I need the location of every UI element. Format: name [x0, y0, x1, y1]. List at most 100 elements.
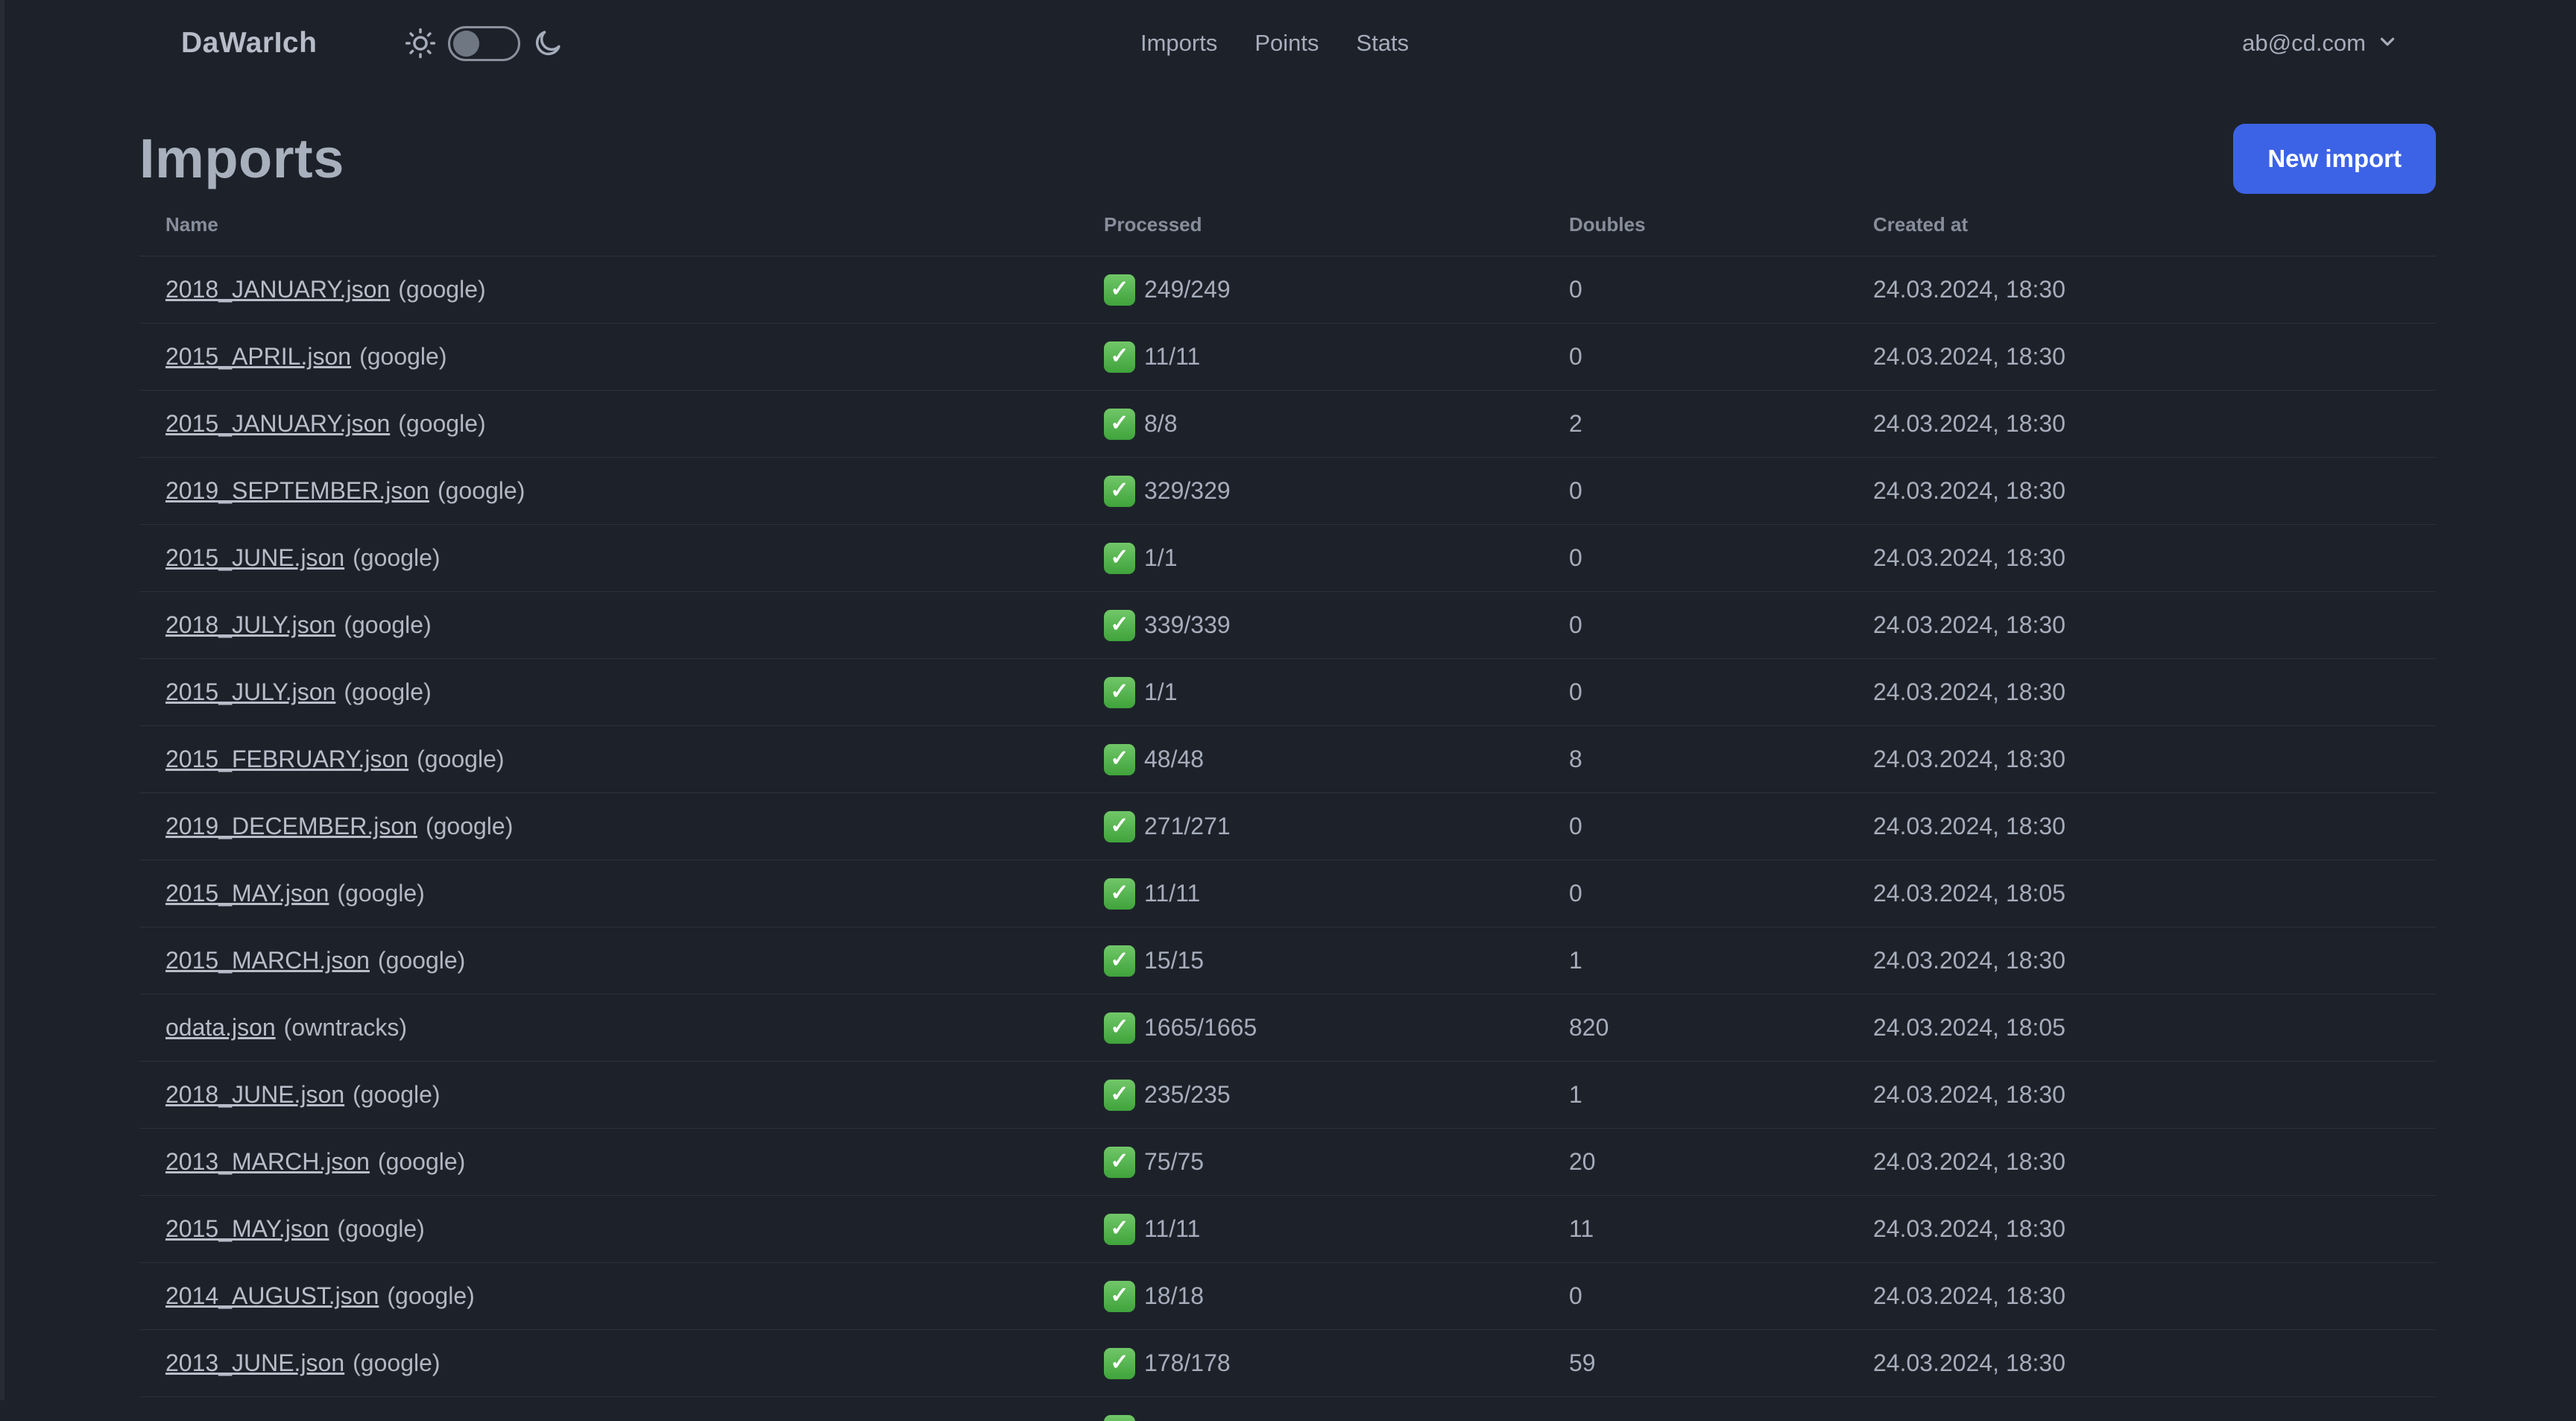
- table-header-row: Name Processed Doubles Created at: [139, 194, 2436, 256]
- doubles-count: 11: [1569, 1215, 1594, 1242]
- processed-cell: ✓ 339/339: [1104, 609, 1569, 641]
- column-header-created-at: Created at: [1873, 213, 1969, 236]
- imports-table: Name Processed Doubles Created at 2018_J…: [139, 194, 2436, 1421]
- created-at: 24.03.2024, 18:30: [1873, 813, 2066, 839]
- doubles-count: 0: [1569, 1282, 1582, 1309]
- processed-count: 75/75: [1144, 1148, 1205, 1175]
- app-logo[interactable]: DaWarIch: [181, 0, 317, 86]
- check-icon: ✓: [1104, 542, 1135, 574]
- table-body: 2018_JANUARY.json (google) ✓ 249/249 0 24…: [139, 256, 2436, 1397]
- import-source: (google): [337, 1215, 425, 1242]
- processed-count: 18/18: [1144, 1282, 1205, 1309]
- import-source: (google): [353, 544, 441, 571]
- check-icon: ✓: [1104, 274, 1135, 306]
- table-row: 2018_JUNE.json (google) ✓ 235/235 1 24.03…: [139, 1062, 2436, 1129]
- created-at: 24.03.2024, 18:05: [1873, 1014, 2066, 1041]
- processed-cell: ✓ 1/1: [1104, 542, 1569, 574]
- check-icon: ✓: [1104, 945, 1135, 977]
- import-file-link[interactable]: 2018_JUNE.json: [165, 1081, 344, 1108]
- import-source: (google): [377, 1148, 466, 1175]
- name-cell: 2013_JUNE.json (google): [165, 1349, 1104, 1377]
- import-file-link[interactable]: 2013_JUNE.json: [165, 1349, 344, 1376]
- import-file-link[interactable]: odata.json: [165, 1014, 276, 1041]
- import-file-link[interactable]: 2019_DECEMBER.json: [165, 813, 417, 839]
- import-source: (google): [425, 813, 514, 839]
- import-file-link[interactable]: 2018_JULY.json: [165, 611, 335, 638]
- page-title: Imports: [139, 127, 344, 189]
- doubles-count: 2: [1569, 410, 1582, 437]
- import-file-link[interactable]: 2014_AUGUST.json: [165, 1282, 379, 1309]
- processed-count: 1/1: [1144, 678, 1178, 705]
- table-row: 2013_JUNE.json (google) ✓ 178/178 59 24.0…: [139, 1330, 2436, 1397]
- processed-cell: ✓ 178/178: [1104, 1347, 1569, 1379]
- nav-link-stats[interactable]: Stats: [1357, 30, 1409, 57]
- name-cell: 2013_MARCH.json (google): [165, 1148, 1104, 1176]
- table-row-partial: ✓: [139, 1397, 2436, 1421]
- doubles-count: 59: [1569, 1349, 1596, 1376]
- check-icon: ✓: [1104, 1415, 1135, 1421]
- theme-switch-knob[interactable]: [453, 30, 479, 57]
- new-import-button[interactable]: New import: [2233, 124, 2436, 194]
- processed-count: 249/249: [1144, 276, 1231, 303]
- theme-switch[interactable]: [448, 25, 520, 61]
- table-row: 2014_AUGUST.json (google) ✓ 18/18 0 24.03…: [139, 1263, 2436, 1330]
- sun-icon: [405, 28, 436, 59]
- table-row: 2019_DECEMBER.json (google) ✓ 271/271 0 2…: [139, 793, 2436, 860]
- created-at: 24.03.2024, 18:30: [1873, 1349, 2066, 1376]
- processed-count: 271/271: [1144, 813, 1231, 839]
- created-at: 24.03.2024, 18:30: [1873, 544, 2066, 571]
- import-file-link[interactable]: 2019_SEPTEMBER.json: [165, 477, 429, 504]
- import-file-link[interactable]: 2015_JUNE.json: [165, 544, 344, 571]
- import-file-link[interactable]: 2015_MAY.json: [165, 1215, 329, 1242]
- processed-count: 339/339: [1144, 611, 1231, 638]
- doubles-count: 0: [1569, 276, 1582, 303]
- import-file-link[interactable]: 2013_MARCH.json: [165, 1148, 370, 1175]
- doubles-count: 1: [1569, 947, 1582, 974]
- doubles-count: 0: [1569, 880, 1582, 907]
- processed-count: 1/1: [1144, 544, 1178, 571]
- column-header-name: Name: [165, 213, 218, 236]
- navbar: DaWarIch Imports Points Stats ab@cd.com: [0, 0, 2576, 86]
- import-file-link[interactable]: 2015_MAY.json: [165, 880, 329, 907]
- import-file-link[interactable]: 2015_MARCH.json: [165, 947, 370, 974]
- name-cell: 2015_JUNE.json (google): [165, 544, 1104, 572]
- check-icon: ✓: [1104, 1280, 1135, 1312]
- import-source: (google): [337, 880, 425, 907]
- name-cell: 2015_JANUARY.json (google): [165, 410, 1104, 438]
- processed-cell: ✓ 271/271: [1104, 810, 1569, 842]
- name-cell: 2019_SEPTEMBER.json (google): [165, 477, 1104, 505]
- table-row: 2013_MARCH.json (google) ✓ 75/75 20 24.03…: [139, 1129, 2436, 1196]
- check-icon: ✓: [1104, 676, 1135, 708]
- created-at: 24.03.2024, 18:30: [1873, 1215, 2066, 1242]
- processed-cell: ✓ 8/8: [1104, 408, 1569, 440]
- import-source: (google): [344, 678, 432, 705]
- processed-cell: ✓ 18/18: [1104, 1280, 1569, 1312]
- processed-cell: ✓ 11/11: [1104, 341, 1569, 373]
- chevron-down-icon: [2376, 31, 2399, 57]
- check-icon: ✓: [1104, 341, 1135, 373]
- user-menu[interactable]: ab@cd.com: [2242, 0, 2399, 86]
- import-source: (google): [353, 1349, 441, 1376]
- table-row: 2015_MARCH.json (google) ✓ 15/15 1 24.03.…: [139, 927, 2436, 995]
- import-file-link[interactable]: 2018_JANUARY.json: [165, 276, 390, 303]
- name-cell: 2015_FEBRUARY.json (google): [165, 746, 1104, 773]
- import-file-link[interactable]: 2015_JULY.json: [165, 678, 335, 705]
- import-file-link[interactable]: 2015_FEBRUARY.json: [165, 746, 408, 772]
- user-email: ab@cd.com: [2242, 30, 2366, 56]
- import-source: (google): [353, 1081, 441, 1108]
- processed-count: 11/11: [1144, 343, 1201, 370]
- processed-count: 15/15: [1144, 947, 1205, 974]
- import-file-link[interactable]: 2015_JANUARY.json: [165, 410, 390, 437]
- import-source: (google): [398, 276, 486, 303]
- nav-link-imports[interactable]: Imports: [1140, 30, 1217, 57]
- import-file-link[interactable]: 2015_APRIL.json: [165, 343, 351, 370]
- doubles-count: 820: [1569, 1014, 1609, 1041]
- theme-toggle-group: [405, 0, 564, 86]
- table-row: 2015_JULY.json (google) ✓ 1/1 0 24.03.202…: [139, 659, 2436, 726]
- created-at: 24.03.2024, 18:30: [1873, 410, 2066, 437]
- nav-link-points[interactable]: Points: [1254, 30, 1319, 57]
- table-row: 2015_JUNE.json (google) ✓ 1/1 0 24.03.202…: [139, 525, 2436, 592]
- check-icon: ✓: [1104, 743, 1135, 775]
- name-cell: 2015_MAY.json (google): [165, 880, 1104, 907]
- doubles-count: 1: [1569, 1081, 1582, 1108]
